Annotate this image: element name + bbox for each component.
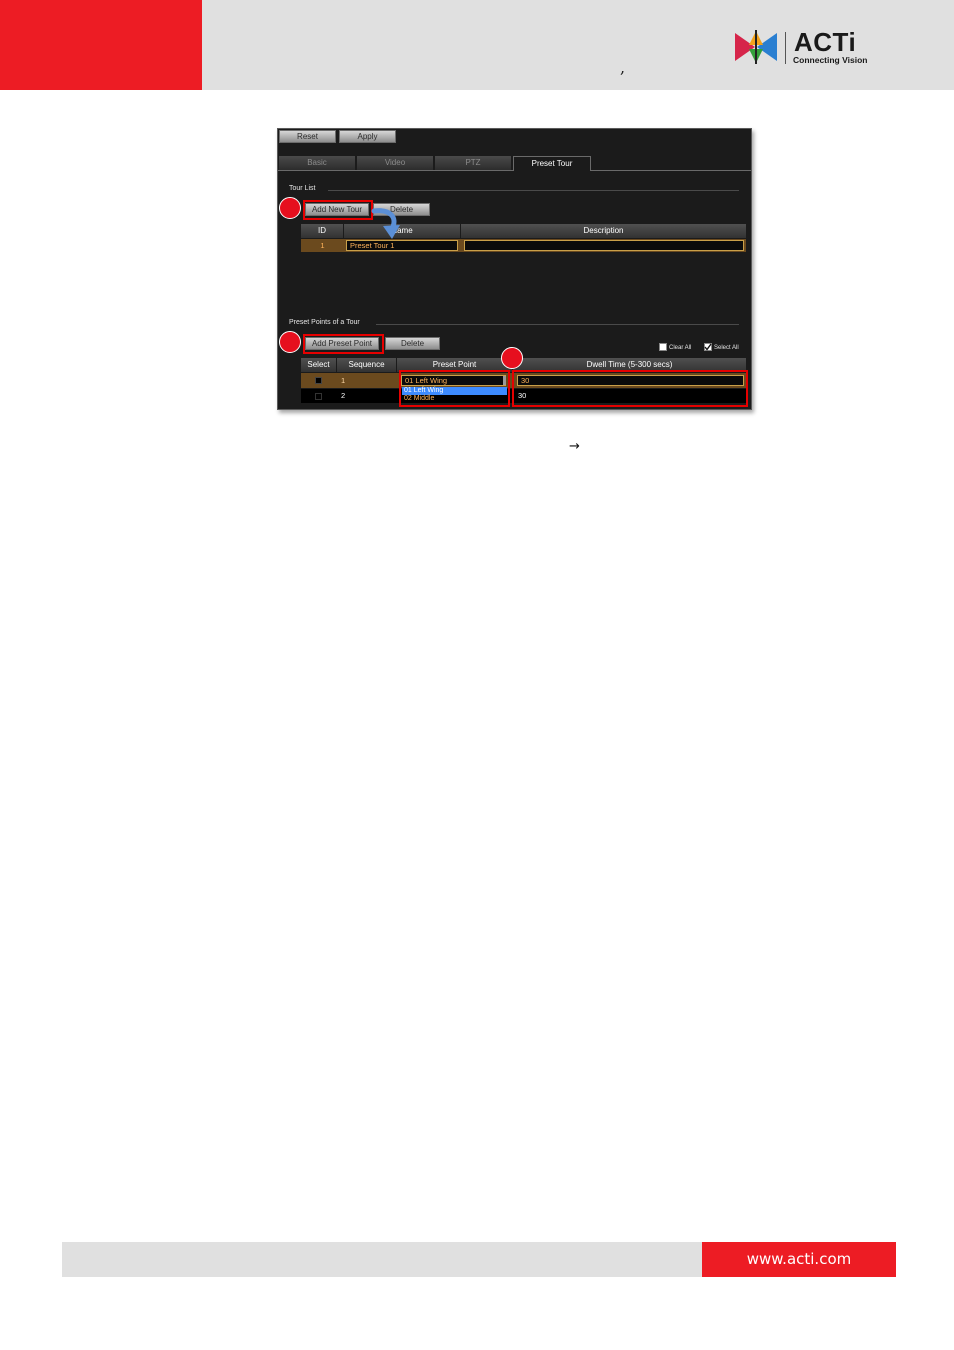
tab-ptz[interactable]: PTZ [435, 156, 511, 170]
tab-video[interactable]: Video [357, 156, 433, 170]
curved-arrow-icon [371, 208, 400, 239]
tab-preset-tour[interactable]: Preset Tour [513, 156, 591, 171]
preset-tour-screenshot: Reset Apply Basic Video PTZ Preset Tour … [277, 128, 752, 410]
step-marker-1 [279, 197, 301, 219]
highlight-dwell-time [512, 370, 748, 407]
col-select: Select [301, 358, 337, 372]
step-marker-3 [501, 347, 523, 369]
header-comma: , [620, 58, 626, 77]
clear-all-checkbox[interactable] [659, 343, 667, 351]
acti-logo: ACTi Connecting Vision [733, 28, 873, 68]
select-all-checkbox[interactable] [704, 343, 712, 351]
tab-basic[interactable]: Basic [279, 156, 355, 170]
sequence-cell: 2 [341, 391, 346, 400]
tour-list-title: Tour List [289, 185, 316, 192]
header-red-block [0, 0, 202, 90]
highlight-add-preset-point [303, 334, 384, 354]
row-select-checkbox[interactable] [315, 393, 322, 400]
delete-preset-point-button[interactable]: Delete [385, 337, 440, 350]
checkmark-icon [704, 343, 712, 351]
tour-description-input[interactable] [464, 240, 744, 251]
tour-list-rule [328, 190, 739, 191]
sequence-cell: 1 [341, 376, 346, 385]
tour-id-cell: 1 [320, 241, 325, 250]
select-all-label: Select All [714, 345, 739, 351]
table-row[interactable]: 1 Preset Tour 1 [301, 239, 746, 252]
preset-points-rule [376, 324, 739, 325]
highlight-preset-point [399, 370, 510, 407]
reset-button[interactable]: Reset [279, 130, 336, 143]
highlight-add-new-tour [303, 200, 373, 220]
preset-points-title: Preset Points of a Tour [289, 319, 360, 326]
row-select-checkbox[interactable] [315, 377, 322, 384]
apply-button[interactable]: Apply [339, 130, 396, 143]
caption-arrow-icon: → [569, 439, 580, 454]
step-marker-2 [279, 331, 301, 353]
tour-table-header: ID Name Description [301, 224, 746, 238]
footer-url-link[interactable]: www.acti.com [702, 1242, 896, 1277]
col-sequence: Sequence [337, 358, 397, 372]
col-id: ID [301, 224, 344, 238]
butterfly-logo-icon [735, 30, 777, 64]
clear-all-label: Clear All [669, 345, 692, 351]
brand-tagline: Connecting Vision [793, 55, 868, 65]
tour-name-input[interactable]: Preset Tour 1 [346, 240, 458, 251]
col-description: Description [583, 226, 624, 235]
logo-separator [785, 32, 786, 64]
brand-name: ACTi [794, 27, 857, 57]
